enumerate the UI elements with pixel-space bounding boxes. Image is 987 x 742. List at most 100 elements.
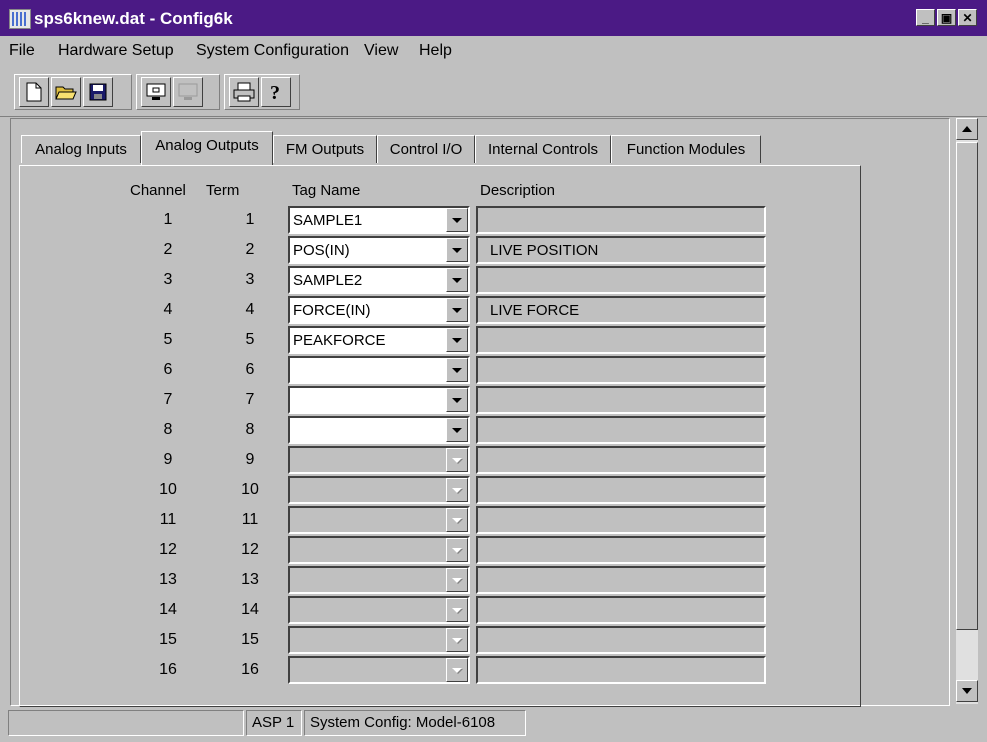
term-number: 11 bbox=[241, 511, 259, 528]
tag-name-value: FORCE(IN) bbox=[293, 302, 371, 319]
tag-name-combobox[interactable]: PEAKFORCE bbox=[288, 326, 470, 354]
description-field[interactable] bbox=[476, 386, 766, 414]
menu-file[interactable]: File bbox=[9, 42, 35, 60]
description-field bbox=[476, 626, 766, 654]
channel-number: 9 bbox=[163, 451, 173, 468]
tag-name-combobox bbox=[288, 656, 470, 684]
scrollbar-thumb[interactable] bbox=[956, 142, 978, 630]
channel-row: 88 bbox=[20, 416, 860, 446]
description-field[interactable]: LIVE POSITION bbox=[476, 236, 766, 264]
monitor-icon[interactable] bbox=[141, 77, 171, 107]
view-toolbar-group bbox=[136, 74, 220, 110]
description-field[interactable] bbox=[476, 326, 766, 354]
tag-name-combobox[interactable] bbox=[288, 416, 470, 444]
dropdown-arrow-icon bbox=[446, 448, 468, 472]
dropdown-arrow-icon[interactable] bbox=[446, 328, 468, 352]
tag-name-combobox bbox=[288, 626, 470, 654]
description-field bbox=[476, 566, 766, 594]
channel-number: 2 bbox=[163, 241, 173, 258]
menu-system-configuration[interactable]: System Configuration bbox=[196, 42, 349, 60]
channel-row: 3 3 SAMPLE2 bbox=[20, 266, 860, 296]
term-number: 8 bbox=[245, 421, 255, 438]
description-field bbox=[476, 656, 766, 684]
tag-name-combobox bbox=[288, 596, 470, 624]
dropdown-arrow-icon[interactable] bbox=[446, 358, 468, 382]
open-folder-icon[interactable] bbox=[51, 77, 81, 107]
channel-row: 13 13 bbox=[20, 566, 860, 596]
menu-hardware-setup[interactable]: Hardware Setup bbox=[58, 42, 174, 60]
config-panel: Analog Inputs Analog Outputs FM Outputs … bbox=[10, 118, 950, 707]
tag-name-combobox[interactable] bbox=[288, 356, 470, 384]
tab-analog-outputs[interactable]: Analog Outputs bbox=[141, 131, 273, 165]
dropdown-arrow-icon[interactable] bbox=[446, 418, 468, 442]
description-field bbox=[476, 446, 766, 474]
description-field[interactable] bbox=[476, 206, 766, 234]
menu-help[interactable]: Help bbox=[419, 42, 452, 60]
tab-analog-inputs[interactable]: Analog Inputs bbox=[21, 135, 141, 163]
dropdown-arrow-icon[interactable] bbox=[446, 208, 468, 232]
channel-number: 1 bbox=[163, 211, 173, 228]
scroll-down-arrow-icon bbox=[962, 688, 972, 694]
channel-row: 15 15 bbox=[20, 626, 860, 656]
header-channel: Channel bbox=[130, 182, 186, 199]
term-number: 15 bbox=[241, 631, 259, 648]
description-field[interactable] bbox=[476, 416, 766, 444]
vertical-scrollbar[interactable] bbox=[956, 118, 978, 704]
tag-name-combobox[interactable]: FORCE(IN) bbox=[288, 296, 470, 324]
channel-row: 99 bbox=[20, 446, 860, 476]
channel-number: 16 bbox=[159, 661, 177, 678]
tag-name-combobox[interactable] bbox=[288, 386, 470, 414]
description-field[interactable]: LIVE FORCE bbox=[476, 296, 766, 324]
dropdown-arrow-icon[interactable] bbox=[446, 388, 468, 412]
term-number: 4 bbox=[245, 301, 255, 318]
maximize-button[interactable]: ▣ bbox=[937, 9, 956, 26]
window-title: sps6knew.dat - Config6k bbox=[34, 9, 233, 28]
menu-view[interactable]: View bbox=[364, 42, 398, 60]
channel-number: 10 bbox=[159, 481, 177, 498]
save-disk-icon[interactable] bbox=[83, 77, 113, 107]
dropdown-arrow-icon[interactable] bbox=[446, 268, 468, 292]
tag-name-value: SAMPLE1 bbox=[293, 212, 363, 229]
term-number: 12 bbox=[241, 541, 259, 558]
dropdown-arrow-icon[interactable] bbox=[446, 298, 468, 322]
channel-row: 4 4 FORCE(IN) LIVE FORCE bbox=[20, 296, 860, 326]
help-icon[interactable]: ? bbox=[261, 77, 291, 107]
description-field[interactable] bbox=[476, 266, 766, 294]
dropdown-arrow-icon[interactable] bbox=[446, 238, 468, 262]
close-button[interactable]: ✕ bbox=[958, 9, 977, 26]
tag-name-combobox[interactable]: SAMPLE1 bbox=[288, 206, 470, 234]
minimize-button[interactable]: _ bbox=[916, 9, 935, 26]
channel-number: 3 bbox=[163, 271, 173, 288]
tab-internal-controls[interactable]: Internal Controls bbox=[475, 135, 611, 163]
dropdown-arrow-icon bbox=[446, 628, 468, 652]
tag-name-combobox[interactable]: POS(IN) bbox=[288, 236, 470, 264]
new-file-icon[interactable] bbox=[19, 77, 49, 107]
header-tag-name: Tag Name bbox=[292, 182, 361, 199]
channel-row: 66 bbox=[20, 356, 860, 386]
term-number: 5 bbox=[245, 331, 255, 348]
status-pane-message bbox=[8, 710, 244, 736]
term-number: 10 bbox=[241, 481, 259, 498]
channel-row: 2 2 POS(IN) LIVE POSITION bbox=[20, 236, 860, 266]
term-number: 7 bbox=[245, 391, 255, 408]
channel-number: 13 bbox=[159, 571, 177, 588]
status-pane-asp: ASP 1 bbox=[246, 710, 302, 736]
scroll-down-button[interactable] bbox=[956, 680, 978, 702]
description-field bbox=[476, 506, 766, 534]
scroll-up-button[interactable] bbox=[956, 118, 978, 140]
svg-text:?: ? bbox=[270, 82, 280, 103]
tag-name-combobox[interactable]: SAMPLE2 bbox=[288, 266, 470, 294]
description-field[interactable] bbox=[476, 356, 766, 384]
channel-row: 10 10 bbox=[20, 476, 860, 506]
term-number: 13 bbox=[241, 571, 259, 588]
dropdown-arrow-icon bbox=[446, 508, 468, 532]
title-bar: sps6knew.dat - Config6k _ ▣ ✕ bbox=[0, 0, 987, 36]
app-icon[interactable] bbox=[9, 9, 31, 29]
tab-fm-outputs[interactable]: FM Outputs bbox=[273, 135, 377, 163]
header-description: Description bbox=[480, 182, 556, 199]
printer-icon[interactable] bbox=[229, 77, 259, 107]
scroll-up-arrow-icon bbox=[962, 126, 972, 132]
tab-control-io[interactable]: Control I/O bbox=[377, 135, 475, 163]
tab-function-modules[interactable]: Function Modules bbox=[611, 135, 761, 163]
dropdown-arrow-icon bbox=[446, 568, 468, 592]
